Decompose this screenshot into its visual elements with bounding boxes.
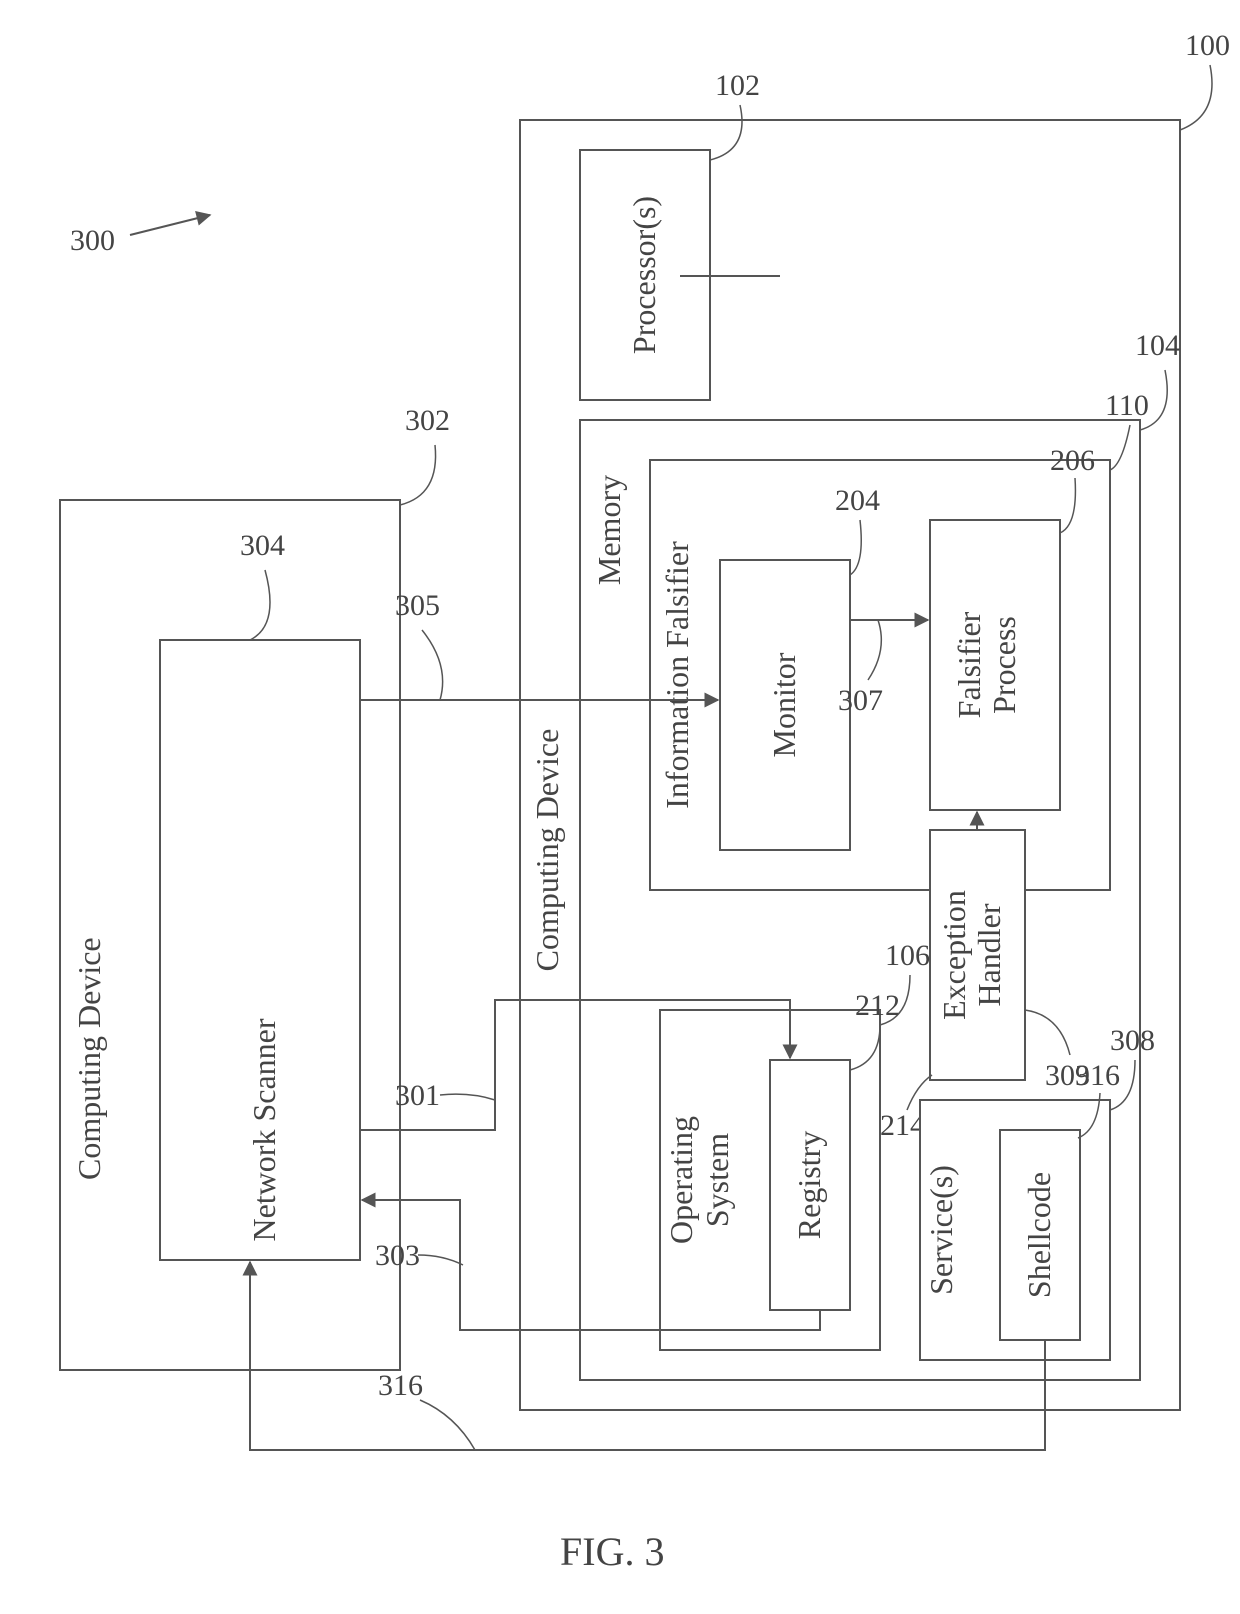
diagram-canvas: Computing Device 302 Network Scanner 304…	[0, 0, 1240, 1614]
ref-100: 100	[1185, 29, 1230, 62]
ref-104: 104	[1135, 329, 1180, 362]
label-network-scanner: Network Scanner	[246, 1018, 282, 1241]
ref-301: 301	[395, 1079, 440, 1112]
leader-303	[418, 1255, 463, 1265]
ref-316-arrow: 316	[378, 1369, 423, 1402]
ref-214: 214	[880, 1109, 925, 1142]
ref-302: 302	[405, 404, 450, 437]
label-os-1: Operating	[663, 1116, 699, 1244]
ref-106: 106	[885, 939, 930, 972]
label-falsifier-process-2: Process	[986, 616, 1022, 714]
label-processors: Processor(s)	[626, 196, 662, 354]
ref-305: 305	[395, 589, 440, 622]
ref-204: 204	[835, 484, 880, 517]
ref-212: 212	[855, 989, 900, 1022]
figure-label: FIG. 3	[560, 1529, 664, 1574]
label-services: Service(s)	[923, 1165, 959, 1295]
leader-316-arrow	[420, 1400, 475, 1450]
label-exception-handler-1: Exception	[936, 890, 972, 1020]
ref-303: 303	[375, 1239, 420, 1272]
label-registry: Registry	[791, 1131, 827, 1239]
label-shellcode: Shellcode	[1021, 1172, 1057, 1298]
leader-305	[422, 630, 443, 700]
leader-302	[400, 445, 436, 505]
label-exception-handler-2: Handler	[971, 903, 1007, 1006]
label-falsifier-process-1: Falsifier	[951, 611, 987, 718]
leader-301	[440, 1094, 495, 1100]
arrow-300	[130, 215, 210, 235]
label-info-falsifier: Information Falsifier	[659, 541, 695, 809]
ref-300: 300	[70, 224, 115, 257]
ref-307: 307	[838, 684, 883, 717]
label-memory: Memory	[591, 475, 627, 585]
label-os-2: System	[699, 1133, 735, 1227]
ref-110: 110	[1105, 389, 1149, 422]
label-computing-device-left: Computing Device	[71, 937, 107, 1180]
label-computing-device-right: Computing Device	[529, 729, 565, 972]
ref-206: 206	[1050, 444, 1095, 477]
leader-100	[1180, 65, 1212, 130]
label-monitor: Monitor	[766, 652, 802, 757]
ref-308: 308	[1110, 1024, 1155, 1057]
ref-102: 102	[715, 69, 760, 102]
ref-304: 304	[240, 529, 285, 562]
ref-316-inner: 316	[1075, 1059, 1120, 1092]
